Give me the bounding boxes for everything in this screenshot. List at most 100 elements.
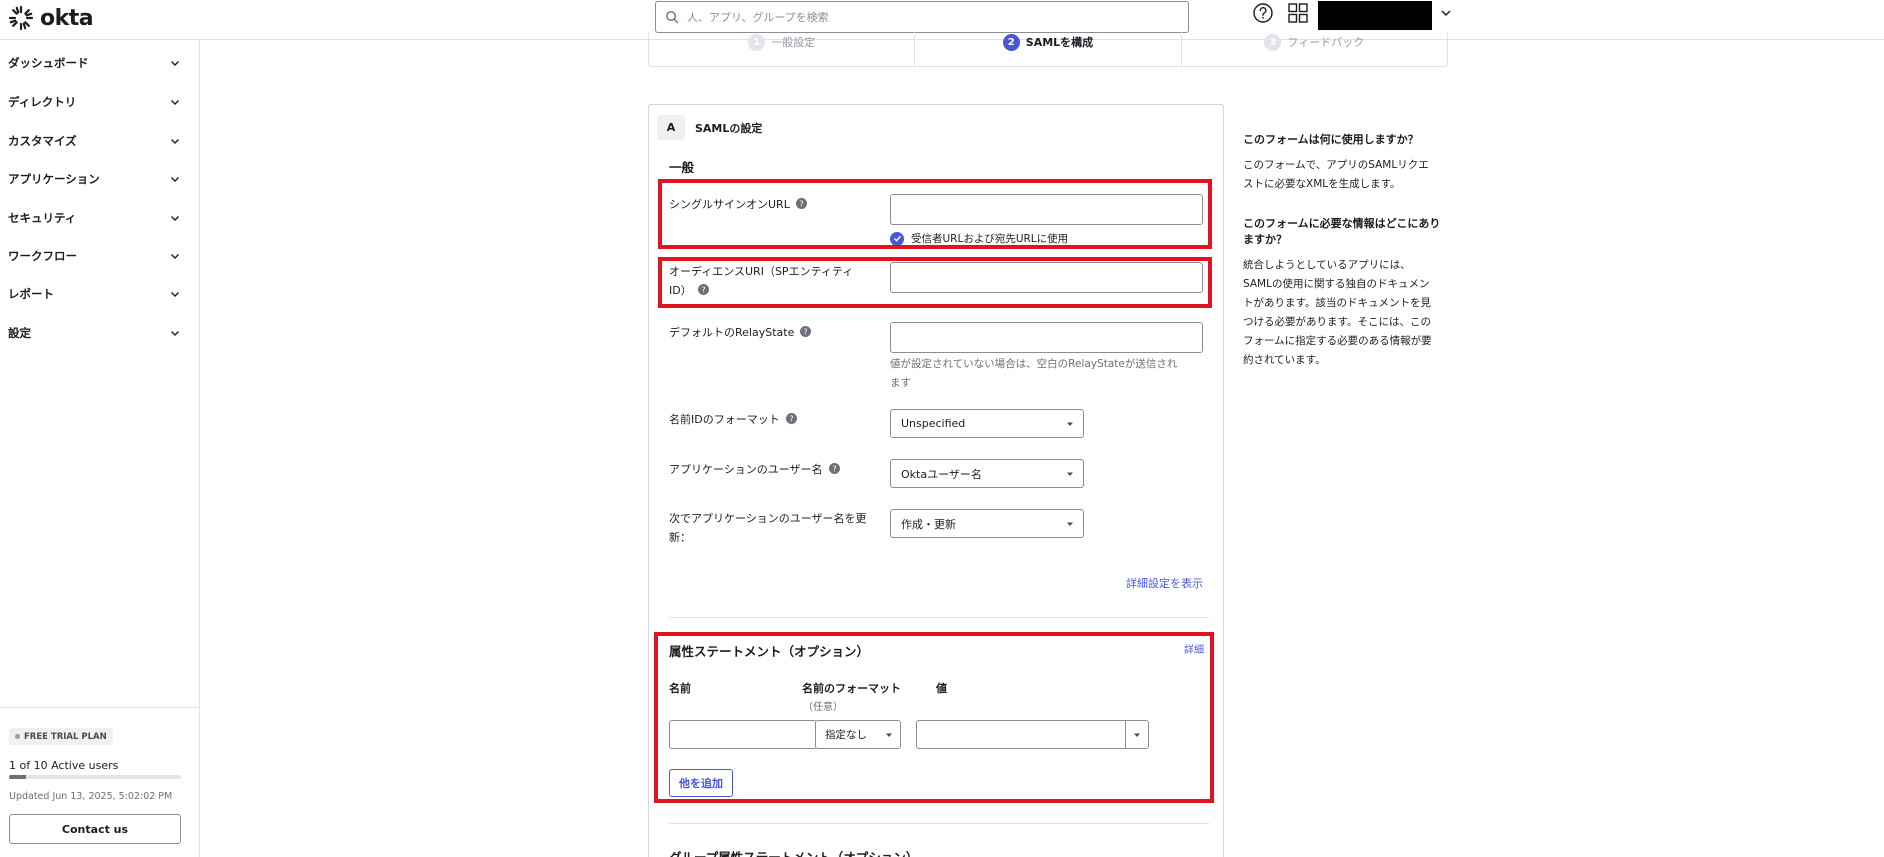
add-another-button[interactable]: 他を追加 xyxy=(669,769,733,797)
svg-text:?: ? xyxy=(789,414,793,423)
saml-settings-card: A SAMLの設定 一般 シングルサインオンURL? 受信者URLおよび宛先UR… xyxy=(648,104,1224,857)
sidebar-item-dashboard[interactable]: ダッシュボード xyxy=(0,44,199,82)
relay-state-label: デフォルトのRelayState? xyxy=(669,323,812,342)
update-username-select[interactable]: 作成・更新 xyxy=(890,509,1084,538)
sidebar-item-workflow[interactable]: ワークフロー xyxy=(0,237,199,275)
sidebar-item-security[interactable]: セキュリティ xyxy=(0,199,199,237)
user-menu-redacted[interactable] xyxy=(1318,1,1432,30)
caret-down-icon xyxy=(1067,472,1073,476)
svg-text:?: ? xyxy=(799,199,803,208)
active-users-count: 1 of 10 Active users xyxy=(9,759,119,772)
chevron-down-icon xyxy=(171,254,179,259)
global-search[interactable] xyxy=(655,1,1189,33)
sidebar: ダッシュボード ディレクトリ カスタマイズ アプリケーション セキュリティ ワー… xyxy=(0,40,200,857)
general-heading: 一般 xyxy=(669,160,695,175)
app-grid-icon[interactable] xyxy=(1287,2,1309,24)
status-dot-icon xyxy=(15,734,20,739)
relay-state-input[interactable] xyxy=(890,322,1203,353)
nameid-format-select[interactable]: Unspecified xyxy=(890,409,1084,438)
step-number: 2 xyxy=(1002,33,1020,51)
step-number: 3 xyxy=(1264,33,1282,51)
app-username-select[interactable]: Oktaユーザー名 xyxy=(890,459,1084,488)
step-label: 一般設定 xyxy=(771,36,816,49)
question-circle-icon[interactable]: ? xyxy=(697,284,709,295)
attribute-value-dropdown[interactable] xyxy=(1125,720,1149,749)
relay-state-label-text: デフォルトのRelayState xyxy=(669,326,795,339)
search-icon xyxy=(665,10,679,24)
attribute-name-input[interactable] xyxy=(669,720,817,749)
question-circle-icon[interactable]: ? xyxy=(785,413,797,424)
contact-us-button[interactable]: Contact us xyxy=(9,814,181,844)
step-number: 1 xyxy=(748,33,766,51)
wizard-stepper: 1 一般設定 2 SAMLを構成 3 フィードバック xyxy=(648,32,1448,67)
question-circle-icon[interactable]: ? xyxy=(828,463,840,474)
help-answer-2: 統合しようとしているアプリには、 SAMLの使用に関する独自のドキュメン トがあ… xyxy=(1243,256,1458,370)
audience-uri-input[interactable] xyxy=(890,262,1203,293)
sidebar-item-directory[interactable]: ディレクトリ xyxy=(0,83,199,121)
card-title: SAMLの設定 xyxy=(695,121,763,135)
select-value: 作成・更新 xyxy=(901,517,956,531)
help-question-2-line2: ますか？ xyxy=(1243,233,1287,246)
attribute-value-input[interactable] xyxy=(916,720,1126,749)
svg-text:?: ? xyxy=(804,327,808,336)
caret-down-icon xyxy=(1067,422,1073,426)
column-header-name-format: 名前のフォーマット xyxy=(802,682,901,695)
checkbox-checked-icon[interactable] xyxy=(890,231,904,246)
step-general-settings[interactable]: 1 一般設定 xyxy=(649,32,916,66)
sidebar-item-label: ダッシュボード xyxy=(8,56,89,70)
show-advanced-settings-link[interactable]: 詳細設定を表示 xyxy=(1126,575,1203,591)
sidebar-item-settings[interactable]: 設定 xyxy=(0,314,199,352)
step-feedback[interactable]: 3 フィードバック xyxy=(1182,32,1447,66)
chevron-down-icon xyxy=(171,177,179,182)
sidebar-item-applications[interactable]: アプリケーション xyxy=(0,160,199,198)
attribute-statements-title: 属性ステートメント（オプション） xyxy=(669,644,870,659)
select-value: Oktaユーザー名 xyxy=(901,467,982,481)
relay-state-help: 値が設定されていない場合は、空白のRelayStateが送信され ます xyxy=(890,355,1210,393)
help-answer-1: このフォームで、アプリのSAMLリクエ ストに必要なXMLを生成します。 xyxy=(1243,156,1458,194)
help-icon[interactable] xyxy=(1252,2,1274,24)
audience-uri-label-line1: オーディエンスURI（SPエンティティ xyxy=(669,265,854,278)
app-username-label-text: アプリケーションのユーザー名 xyxy=(669,463,823,476)
attribute-name-format-select[interactable]: 指定なし xyxy=(815,720,901,749)
attribute-details-link[interactable]: 詳細 xyxy=(1184,641,1204,656)
step-configure-saml[interactable]: 2 SAMLを構成 xyxy=(915,32,1182,66)
help-answer-2-line4: つける必要があります。そこには、この xyxy=(1243,316,1431,328)
chevron-down-icon xyxy=(171,100,179,105)
app-username-label: アプリケーションのユーザー名? xyxy=(669,460,840,479)
sidebar-item-reports[interactable]: レポート xyxy=(0,275,199,313)
audience-uri-label: オーディエンスURI（SPエンティティ ID）? xyxy=(669,262,869,300)
step-label: SAMLを構成 xyxy=(1025,36,1094,49)
search-input[interactable] xyxy=(687,10,1167,24)
sidebar-item-label: レポート xyxy=(8,287,54,301)
question-circle-icon[interactable]: ? xyxy=(795,198,807,209)
help-question-2-line1: このフォームに必要な情報はどこにあり xyxy=(1243,217,1441,230)
section-letter-badge: A xyxy=(657,115,685,140)
relay-state-help-line1: 値が設定されていない場合は、空白のRelayStateが送信され xyxy=(890,358,1178,370)
active-users-progress xyxy=(9,775,181,779)
chevron-down-icon xyxy=(171,139,179,144)
caret-down-icon xyxy=(1134,733,1140,737)
plan-badge: FREE TRIAL PLAN xyxy=(9,728,113,745)
card-header: A SAMLの設定 xyxy=(657,115,762,140)
sidebar-item-label: アプリケーション xyxy=(8,172,100,186)
sso-url-input[interactable] xyxy=(890,194,1203,225)
chevron-down-icon[interactable] xyxy=(1439,6,1453,20)
question-circle-icon[interactable]: ? xyxy=(800,326,812,337)
chevron-down-icon xyxy=(171,216,179,221)
help-question-1: このフォームは何に使用しますか？ xyxy=(1243,133,1419,146)
sidebar-item-label: ディレクトリ xyxy=(8,95,77,109)
section-divider xyxy=(669,823,1209,824)
nameid-format-label: 名前IDのフォーマット? xyxy=(669,410,797,429)
updated-timestamp: Updated Jun 13, 2025, 5:02:02 PM xyxy=(9,791,173,802)
sidebar-item-label: ワークフロー xyxy=(8,249,77,263)
relay-state-help-line2: ます xyxy=(890,377,911,389)
checkbox-label: 受信者URLおよび宛先URLに使用 xyxy=(911,233,1069,245)
help-answer-2-line1: 統合しようとしているアプリには、 xyxy=(1243,259,1411,271)
sso-recipient-checkbox[interactable]: 受信者URLおよび宛先URLに使用 xyxy=(890,231,1068,246)
sidebar-footer: FREE TRIAL PLAN 1 of 10 Active users Upd… xyxy=(0,707,199,857)
help-answer-2-line6: 約されています。 xyxy=(1243,354,1326,366)
help-panel: このフォームは何に使用しますか？ このフォームで、アプリのSAMLリクエ ストに… xyxy=(1243,132,1458,370)
okta-logo[interactable]: okta xyxy=(8,5,94,31)
svg-text:?: ? xyxy=(701,285,705,294)
sidebar-item-customize[interactable]: カスタマイズ xyxy=(0,122,199,160)
